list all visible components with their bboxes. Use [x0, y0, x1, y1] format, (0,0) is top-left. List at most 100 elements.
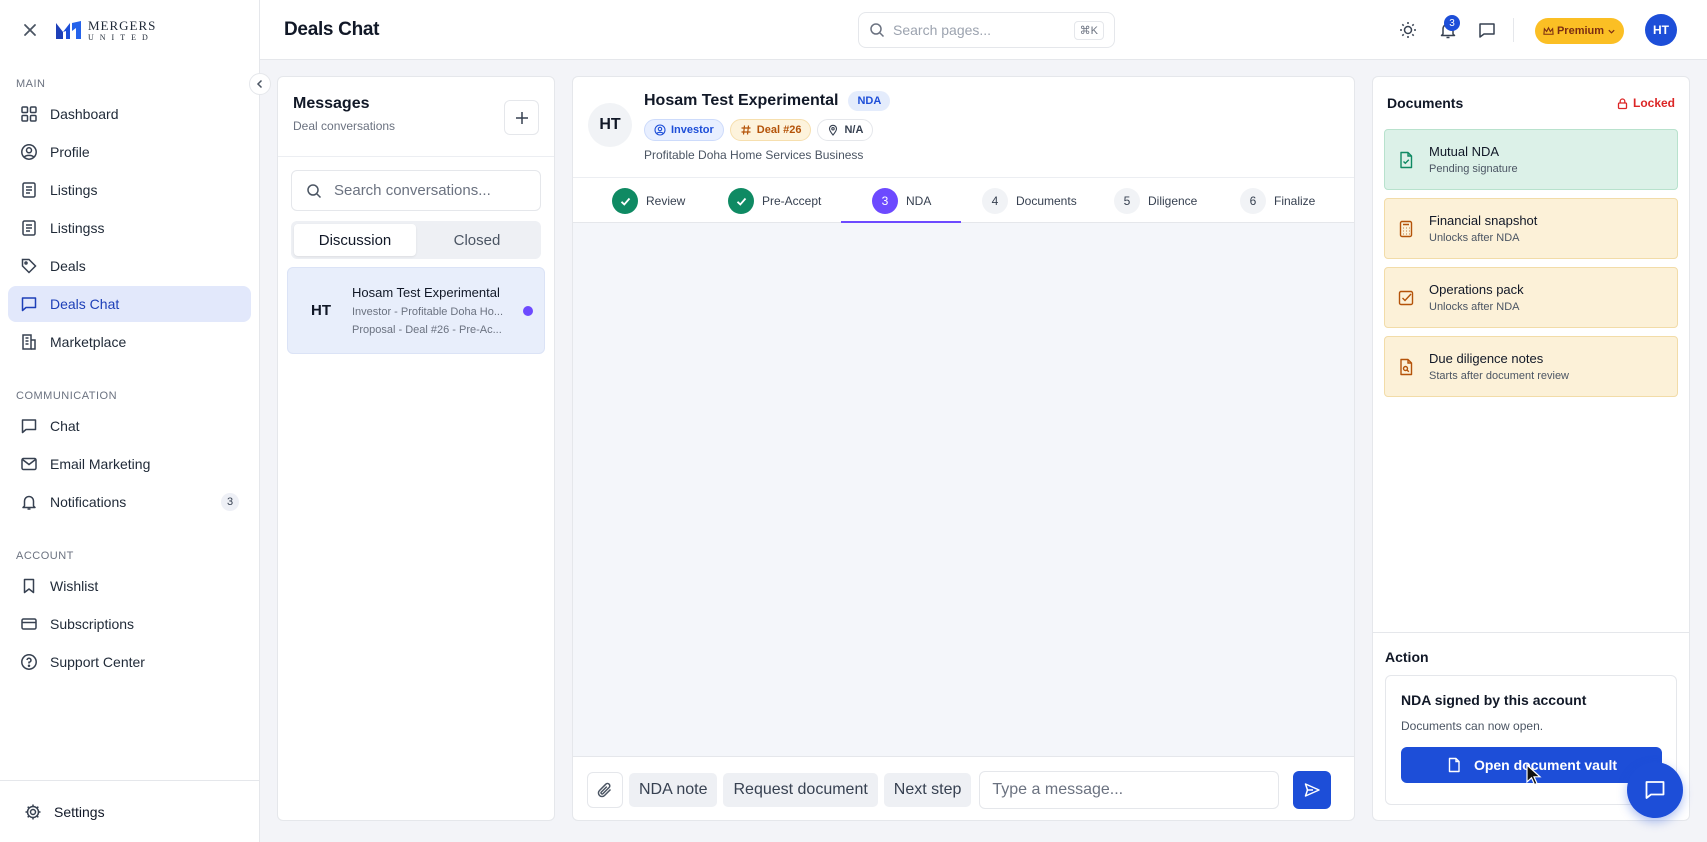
active-step-indicator [841, 221, 961, 223]
conversation-search-input[interactable]: Search conversations... [291, 170, 541, 211]
sidebar-item-support-center[interactable]: Support Center [8, 644, 251, 680]
sidebar-item-profile[interactable]: Profile [8, 134, 251, 170]
step-review[interactable]: Review [612, 178, 685, 224]
sidebar-item-notifications[interactable]: Notifications 3 [8, 484, 251, 520]
sidebar-item-subscriptions[interactable]: Subscriptions [8, 606, 251, 642]
step-nda[interactable]: 3 NDA [872, 178, 931, 224]
sidebar-item-label: Support Center [50, 654, 145, 670]
conversation-avatar: HT [311, 302, 331, 319]
bookmark-icon [23, 578, 35, 594]
mail-icon [21, 457, 37, 471]
sidebar-item-label: Deals [50, 258, 86, 274]
message-input[interactable]: Type a message... [979, 770, 1280, 809]
conversation-item[interactable]: HT Hosam Test Experimental Investor - Pr… [287, 267, 545, 354]
lock-icon [1617, 97, 1628, 109]
sidebar-item-deals-chat[interactable]: Deals Chat [8, 286, 251, 322]
chat-contact-name: Hosam Test Experimental [644, 92, 839, 109]
check-icon [728, 188, 754, 214]
chat-icon [21, 297, 37, 312]
premium-button[interactable]: Premium [1535, 18, 1624, 44]
sidebar-item-dashboard[interactable]: Dashboard [8, 96, 251, 132]
message-thread[interactable] [573, 223, 1354, 756]
stage-badge: NDA [848, 91, 891, 111]
sidebar: MERGERS UNITED MAIN Dashboard Profile Li… [0, 0, 260, 842]
role-chip-label: Investor [671, 124, 714, 136]
premium-label: Premium [1556, 25, 1605, 37]
card-icon [21, 618, 37, 630]
list-icon [22, 182, 36, 198]
conversation-search-placeholder: Search conversations... [334, 182, 491, 199]
notification-count-badge: 3 [221, 493, 239, 511]
settings-label: Settings [54, 803, 105, 820]
sidebar-item-listings[interactable]: Listings [8, 172, 251, 208]
step-label: NDA [906, 194, 932, 208]
sidebar-item-chat[interactable]: Chat [8, 408, 251, 444]
sidebar-item-deals[interactable]: Deals [8, 248, 251, 284]
sidebar-item-label: Marketplace [50, 334, 127, 350]
page-title: Deals Chat [284, 18, 380, 40]
theme-toggle-icon[interactable] [1398, 20, 1418, 40]
check-icon [612, 188, 638, 214]
new-conversation-button[interactable] [504, 100, 539, 135]
tab-closed[interactable]: Closed [416, 224, 538, 256]
location-chip-label: N/A [844, 124, 864, 136]
step-pre-accept[interactable]: Pre-Accept [728, 178, 821, 224]
step-documents[interactable]: 4 Documents [982, 178, 1077, 224]
collapse-sidebar-button[interactable] [249, 73, 271, 95]
sidebar-item-email-marketing[interactable]: Email Marketing [8, 446, 251, 482]
document-status: Unlocks after NDA [1429, 301, 1520, 313]
deal-chip: Deal #26 [729, 119, 812, 141]
sidebar-item-label: Listings [50, 182, 98, 198]
document-item-mutual-nda[interactable]: Mutual NDA Pending signature [1384, 129, 1678, 190]
mouse-cursor-icon [1526, 764, 1542, 786]
sidebar-item-settings[interactable]: Settings [0, 780, 259, 842]
role-chip: Investor [644, 119, 724, 141]
crown-icon [1543, 26, 1554, 35]
map-pin-icon [829, 124, 838, 136]
help-icon [21, 654, 37, 670]
send-button[interactable] [1293, 770, 1332, 809]
action-heading: Action [1385, 649, 1429, 665]
user-circle-icon [654, 124, 666, 136]
next-step-button[interactable]: Next step [883, 772, 972, 807]
messages-icon[interactable] [1477, 20, 1497, 40]
attach-button[interactable] [587, 771, 623, 808]
search-pages-input[interactable]: Search pages... ⌘K [858, 12, 1115, 48]
logo[interactable]: MERGERS UNITED [54, 19, 156, 42]
messages-header: Messages Deal conversations [278, 77, 554, 157]
sidebar-item-label: Listingss [50, 220, 105, 236]
messages-title: Messages [293, 95, 370, 112]
doc-check-icon [1400, 151, 1413, 168]
bell-icon [22, 495, 36, 510]
request-document-button[interactable]: Request document [723, 772, 878, 807]
search-icon [307, 183, 322, 198]
shortcut-hint: ⌘K [1073, 20, 1104, 40]
chat-icon [1645, 781, 1665, 799]
tab-discussion[interactable]: Discussion [294, 224, 416, 256]
notification-badge: 3 [1444, 15, 1460, 31]
deal-chip-label: Deal #26 [756, 124, 802, 136]
step-label: Documents [1016, 194, 1077, 208]
close-icon[interactable] [20, 20, 40, 40]
step-finalize[interactable]: 6 Finalize [1240, 178, 1315, 224]
sidebar-item-label: Chat [50, 418, 80, 434]
step-diligence[interactable]: 5 Diligence [1114, 178, 1197, 224]
building-icon [22, 334, 36, 350]
nda-note-button[interactable]: NDA note [629, 772, 718, 807]
message-composer: NDA note Request document Next step Type… [573, 756, 1354, 820]
document-item-operations-pack[interactable]: Operations pack Unlocks after NDA [1384, 267, 1678, 328]
action-subtitle: Documents can now open. [1401, 719, 1544, 733]
checkbox-icon [1398, 290, 1414, 305]
send-icon [1305, 782, 1321, 797]
list-icon [22, 220, 36, 236]
document-item-due-diligence-notes[interactable]: Due diligence notes Starts after documen… [1384, 336, 1678, 397]
conversation-line: Investor - Profitable Doha Ho... [352, 306, 504, 318]
sidebar-item-listingss[interactable]: Listingss [8, 210, 251, 246]
user-avatar[interactable]: HT [1645, 14, 1677, 46]
conversation-name: Hosam Test Experimental [352, 285, 500, 300]
document-item-financial-snapshot[interactable]: Financial snapshot Unlocks after NDA [1384, 198, 1678, 259]
sidebar-item-wishlist[interactable]: Wishlist [8, 568, 251, 604]
sidebar-item-marketplace[interactable]: Marketplace [8, 324, 251, 360]
support-chat-button[interactable] [1627, 762, 1683, 818]
file-icon [1448, 757, 1460, 773]
